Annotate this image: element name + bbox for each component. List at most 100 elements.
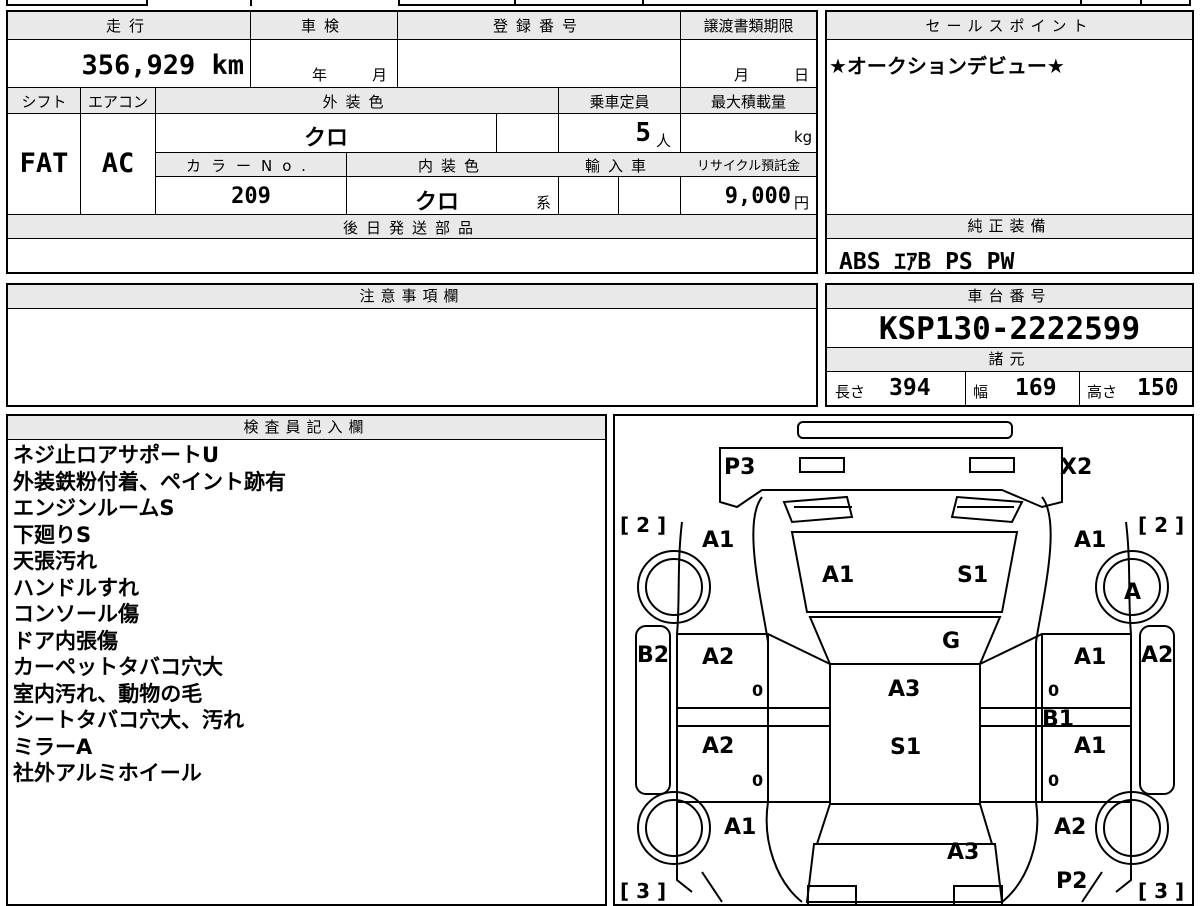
- right-front-fender-score: A1: [1074, 528, 1106, 553]
- shift-value: FAT: [19, 148, 69, 179]
- height-value: 150: [1137, 375, 1179, 401]
- inspector-note: ミラーA: [13, 734, 93, 759]
- length-label: 長さ: [835, 383, 866, 401]
- inspector-note: ハンドルすれ: [13, 575, 139, 600]
- sales-point-box: セールスポイント ★オークションデビュー★ 純正装備 ABS ｴｱB PS PW: [825, 10, 1194, 275]
- inspector-note: エンジンルームS: [13, 496, 175, 520]
- hood-right-score: S1: [957, 563, 988, 588]
- right-front-door-small: 0: [1048, 681, 1059, 700]
- top-strip: [6, 0, 1194, 6]
- inspector-box: 検査員記入欄 ネジ止ロアサポートU 外装鉄粉付着、ペイント跡有 エンジンルームS…: [6, 414, 607, 906]
- inspection-year-unit: 年: [312, 66, 328, 84]
- inspector-note: シートタバコ穴大、汚れ: [13, 708, 244, 732]
- right-rear-door-score: A1: [1074, 734, 1106, 759]
- color-no-value: 209: [231, 184, 271, 209]
- front-bumper-shape: [719, 447, 1063, 509]
- sales-point-text: ★オークションデビュー★: [829, 54, 1065, 78]
- chassis-box: 車台番号 KSP130-2222599 諸元 長さ 394 幅 169 高さ 1…: [825, 283, 1194, 407]
- recycle-fee-value: 9,000: [724, 184, 791, 209]
- inspector-note: 天張汚れ: [13, 549, 97, 573]
- roof-score: A3: [888, 677, 920, 702]
- inspector-note: ドア内張傷: [13, 628, 118, 653]
- chassis-number: KSP130-2222599: [878, 311, 1141, 347]
- sales-point-label: セールスポイント: [827, 12, 1192, 40]
- later-parts-label: 後日発送部品: [342, 219, 481, 237]
- chassis-label: 車台番号: [827, 285, 1192, 309]
- inspection-month-unit: 月: [372, 66, 388, 84]
- car-diagram: P3 X2 [ 2 ] [ 2 ] A1 A1 S1 A1 A G B2 A2 …: [620, 421, 1184, 904]
- vehicle-info-table: 走行 車検 登録番号 譲渡書類期限 356,929 km 年 月 月 日 シフト…: [6, 10, 818, 274]
- left-front-door-score: A2: [702, 645, 734, 670]
- left-front-fender-score: A1: [702, 528, 734, 553]
- transfer-deadline-label: 譲渡書類期限: [703, 17, 794, 35]
- rear-left-wheel: [637, 791, 711, 865]
- color-no-label: カラーNo.: [186, 157, 316, 175]
- right-rear-door-small: 0: [1048, 771, 1059, 790]
- front-left-wheel: [637, 550, 711, 624]
- car-diagram-box: P3 X2 [ 2 ] [ 2 ] A1 A1 S1 A1 A G B2 A2 …: [613, 414, 1194, 906]
- inspector-note: カーペットタバコ穴大: [13, 655, 223, 679]
- equipment-label: 純正装備: [827, 215, 1192, 239]
- ac-label: エアコン: [87, 93, 148, 111]
- width-value: 169: [1015, 375, 1057, 401]
- interior-color-suffix: 系: [536, 194, 552, 212]
- ac-value: AC: [101, 148, 135, 179]
- capacity-value: 5: [635, 118, 651, 148]
- mileage-value: 356,929 km: [81, 50, 244, 81]
- inspector-note: 外装鉄粉付着、ペイント跡有: [13, 469, 286, 494]
- transfer-month-unit: 月: [734, 66, 750, 84]
- right-center-pillar-score: B1: [1042, 707, 1074, 732]
- exterior-color-label: 外装色: [322, 93, 392, 111]
- windshield-score: G: [942, 629, 960, 654]
- length-value: 394: [889, 375, 931, 401]
- inspector-note: ネジ止ロアサポートU: [13, 443, 220, 467]
- height-label: 高さ: [1087, 383, 1118, 401]
- max-load-label: 最大積載量: [710, 93, 786, 111]
- left-rear-door-score: A2: [702, 734, 734, 759]
- registration-label: 登録番号: [492, 17, 585, 35]
- left-pillar-score: B2: [637, 643, 669, 668]
- mileage-label: 走行: [105, 17, 152, 35]
- width-label: 幅: [973, 383, 989, 401]
- front-bumper-left-score: P3: [724, 455, 755, 480]
- front-grille-shape: [797, 421, 1013, 439]
- inspector-note: 室内汚れ、動物の毛: [13, 681, 203, 706]
- interior-color-value: クロ: [414, 190, 459, 215]
- inspector-notes-list: ネジ止ロアサポートU 外装鉄粉付着、ペイント跡有 エンジンルームS 下廻りS 天…: [13, 442, 286, 787]
- rear-left-tire-score: [ 3 ]: [620, 879, 666, 903]
- right-quarter-score: A2: [1054, 815, 1086, 840]
- equipment-text: ABS ｴｱB PS PW: [839, 249, 1015, 275]
- front-right-tire-score: [ 2 ]: [1138, 513, 1184, 537]
- right-pillar-score: A2: [1141, 643, 1173, 668]
- inspector-note: コンソール傷: [13, 602, 139, 626]
- capacity-label: 乗車定員: [589, 93, 650, 111]
- transfer-day-unit: 日: [794, 66, 810, 84]
- caution-box: 注意事項欄: [6, 283, 818, 407]
- inspector-label: 検査員記入欄: [8, 416, 605, 440]
- left-front-door-small: 0: [752, 681, 763, 700]
- front-bumper-right-score: X2: [1060, 455, 1092, 480]
- trunk-score: A3: [947, 840, 979, 865]
- right-front-wheel-score: A: [1124, 580, 1141, 605]
- recycle-fee-unit: 円: [794, 194, 810, 212]
- left-rear-door-small: 0: [752, 771, 763, 790]
- roof-rear-score: S1: [890, 735, 921, 760]
- caution-label: 注意事項欄: [8, 285, 816, 309]
- rear-right-tire-score: [ 3 ]: [1138, 879, 1184, 903]
- inspector-note: 下廻りS: [13, 522, 92, 547]
- import-label: 輸入車: [584, 157, 654, 175]
- inspection-label: 車検: [300, 17, 347, 35]
- recycle-label: リサイクル預託金: [696, 159, 801, 174]
- shift-label: シフト: [21, 93, 67, 111]
- specs-label: 諸元: [827, 348, 1192, 372]
- hood-left-score: A1: [822, 563, 854, 588]
- rear-bumper-right-score: P2: [1056, 869, 1087, 894]
- right-front-door-score: A1: [1074, 645, 1106, 670]
- windshield-shape: [808, 616, 1002, 665]
- left-quarter-score: A1: [724, 815, 756, 840]
- interior-color-label: 内装色: [417, 157, 487, 175]
- exterior-color-value: クロ: [303, 126, 348, 151]
- front-left-tire-score: [ 2 ]: [620, 513, 666, 537]
- max-load-unit: kg: [794, 128, 813, 146]
- inspector-note: 社外アルミホイール: [13, 761, 202, 785]
